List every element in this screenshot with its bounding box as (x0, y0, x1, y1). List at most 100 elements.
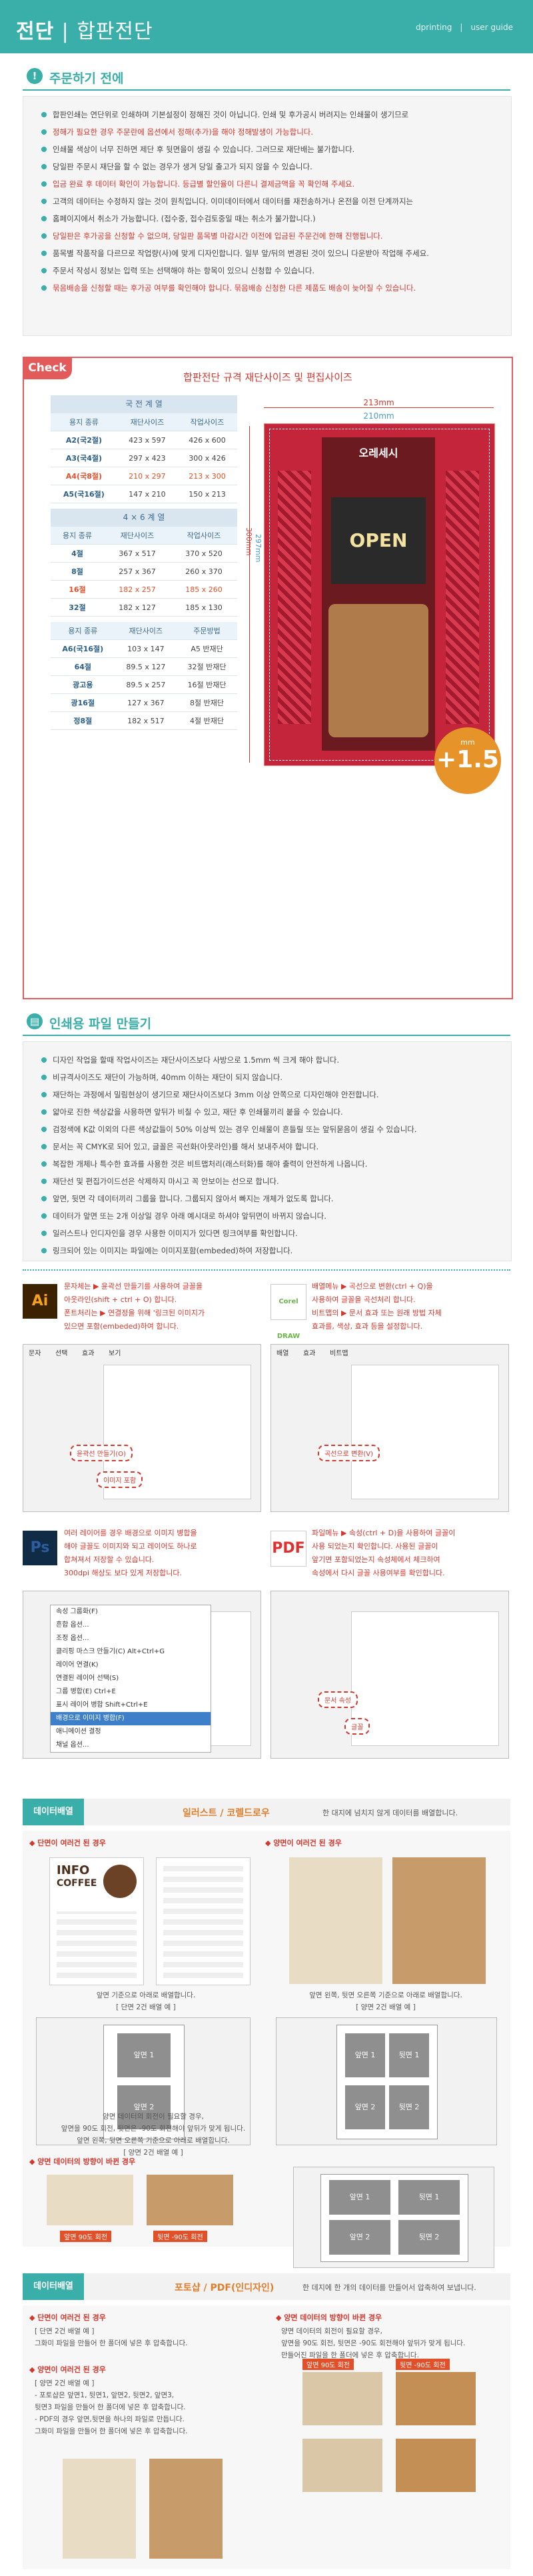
illustrator-artboard-double: 앞면 1 뒷면 1 앞면 2 뒷면 2 (276, 2017, 497, 2145)
guide-item: 주문서 작성시 정보는 입력 또는 선택해야 하는 항목이 있으니 신청합 수 … (41, 262, 496, 279)
section-before-order-title: 주문하기 전에 (49, 71, 124, 86)
size-table-cell: 182 x 127 (103, 598, 171, 617)
size-table-cell: 257 x 367 (103, 562, 171, 581)
app-guide-card: Ai 문자체는 ▶ 윤곽선 만들기를 사용하여 글꼴을 아웃라인(shift + c… (23, 1280, 263, 1513)
size-table-row: A6(국16절) 103 x 147 A5 반재단 (51, 639, 237, 658)
app-menu-item[interactable]: 비트맵 (330, 1347, 348, 1357)
size-table-cell: 182 x 257 (103, 580, 171, 599)
app-guide-note: 해야 글꼴도 이미지와 되고 레이어도 하나로 (64, 1542, 197, 1551)
title-separator: | (61, 20, 69, 43)
bread-image (328, 604, 428, 737)
rotated-slot: 뒷면 1 (398, 2180, 460, 2215)
size-table-cell: 89.5 x 127 (115, 657, 177, 676)
left-caption-line2: [ 단면 2건 배열 예 ] (116, 2003, 176, 2011)
layout1-banner: 데이터배열 일러스트 / 코렐드로우 한 대지에 넘치지 않게 데이터를 배열합… (23, 1799, 510, 1825)
layer-menu-item[interactable]: 속성 그룹화(F) (51, 1605, 211, 1619)
guide-item: 검정색에 K값 이외의 다른 색상값들이 50% 이상씩 있는 경우 인쇄물이 … (41, 1121, 496, 1138)
layer-menu-item[interactable]: 배경으로 이미지 병합(F) (51, 1712, 211, 1725)
nav-user-guide[interactable]: user guide (470, 23, 513, 32)
guide-item: 입금 완료 후 데이터 확인이 가능합니다. 등급별 할인율이 다른니 결제금액… (41, 175, 496, 193)
size-table-cell: 8절 (51, 562, 104, 581)
ps-single-line1: [ 단면 2건 배열 예 ] (35, 2327, 95, 2335)
layer-menu-item[interactable]: 채널 옵션... (51, 1739, 211, 1752)
rotated-photo-back (147, 2175, 233, 2225)
layout1-title: 일러스트 / 코렐드로우 (183, 1808, 270, 1819)
sample-text-block-2 (163, 1865, 243, 1978)
sample-photo-back (392, 1857, 486, 1984)
inner-width-label: 210mm (363, 411, 394, 421)
guide-item: 문서는 꼭 CMYK로 되어 있고, 글꼴은 곡선화(아웃라인)를 해서 보내주… (41, 1138, 496, 1155)
right-caption: 앞면 왼쪽, 뒷면 오른쪽 기준으로 아래로 배열합니다. [ 양면 2건 배열 … (276, 1989, 496, 2013)
size-table: 용지 종류 재단사이즈 주문방법 A6(국16절) 103 x 147 A5 반재단 64절… (51, 622, 237, 730)
ps-tag-back-rotate: 뒷면 -90도 회전 (396, 2359, 450, 2370)
ps-rotated-lines: 양면 데이터의 회전이 필요할 경우, 앞면을 90도 회전, 뒷면은 -90도… (281, 2325, 465, 2361)
sample-text-block (57, 1911, 137, 1978)
size-table-cell: 423 x 597 (117, 431, 177, 449)
layout2-tag: 데이터배열 (23, 2273, 84, 2300)
app-menu-item[interactable]: 선택 (55, 1347, 67, 1357)
app-callout: 이미지 포함 (97, 1471, 143, 1488)
app-menu-item[interactable]: 효과 (303, 1347, 315, 1357)
size-table-row: 32절 182 x 127 185 x 130 (51, 598, 237, 617)
rotated-photo-front (47, 2175, 133, 2225)
layer-menu-item[interactable]: 연결된 레이어 선택(S) (51, 1672, 211, 1685)
app-menu-item[interactable]: 배열 (276, 1347, 288, 1357)
inner-height-label: 297mm (254, 534, 263, 563)
rotated-desc-line: 앞면 왼쪽, 뒷면 오른쪽 기준으로 아래로 배열합니다. (77, 2137, 230, 2145)
size-spec-panel: Check 합판전단 규격 재단사이즈 및 편집사이즈 국 전 계 열 용지 종류… (23, 357, 513, 999)
app-callout: 곡선으로 변환(V) (318, 1445, 380, 1461)
layer-menu-item[interactable]: 흔합 옵션... (51, 1619, 211, 1632)
size-table-header-row: 용지 종류 재단사이즈 작업사이즈 (51, 413, 237, 431)
ps-double-line: [ 양면 2건 배열 예 ] (35, 2379, 95, 2387)
ps-rotated-line1: 양면 데이터의 회전이 필요할 경우, (281, 2327, 382, 2335)
outer-height-line (249, 426, 250, 763)
sample-coffee: COFFEE (57, 1878, 97, 1889)
layer-menu-item[interactable]: 클리핑 마스크 만들기(C) Alt+Ctrl+G (51, 1645, 211, 1659)
size-table-cell: A6(국16절) (51, 639, 115, 658)
page-title: 전단 | 합판전단 (16, 15, 153, 44)
guide-item: 묶음배송을 신청할 때는 후가공 여부를 확인해야 합니다. 묶음배송 신청한 … (41, 279, 496, 297)
size-table-header: 작업사이즈 (177, 413, 237, 431)
size-table-cell: 185 x 260 (170, 580, 237, 599)
size-table-cell: 16절 반재단 (177, 675, 237, 694)
guide-item: 얇아로 진한 색상값을 사용하면 앞뒤가 비칠 수 있고, 재단 후 인쇄물끼리… (41, 1103, 496, 1121)
ps-single-lines: [ 단면 2건 배열 예 ] 그화미 파일을 만들어 한 폴더에 넣은 후 압축… (35, 2325, 188, 2349)
size-table-caption: 4 × 6 계 열 (51, 509, 237, 527)
ps-double-lines: [ 양면 2건 배열 예 ] - 포토샵은 앞면1, 뒷면1, 앞면2, 뒷면2,… (35, 2377, 188, 2437)
size-table-cell: 185 x 130 (170, 598, 237, 617)
nav-dprinting[interactable]: dprinting (416, 23, 452, 32)
layer-menu-item[interactable]: 표시 레이어 병합 Shift+Ctrl+E (51, 1699, 211, 1712)
app-canvas (351, 1365, 499, 1499)
size-table: 4 × 6 계 열 용지 종류 재단사이즈 작업사이즈 4절 367 x 517 370 x… (51, 509, 237, 617)
layer-menu-item[interactable]: 레이어 연결(K) (51, 1659, 211, 1672)
app-menu-item[interactable]: 문자 (29, 1347, 41, 1357)
size-table-cell: 정8절 (51, 711, 115, 730)
bleed-value: +1.5 (436, 746, 499, 773)
section-file-title: 인쇄용 파일 만들기 (49, 1017, 152, 1031)
guide-item: 일러스트나 인디자인을 경우 사용한 이미지가 있다면 링크여부를 확인합니다. (41, 1225, 496, 1242)
size-table-cell: A5 반재단 (177, 639, 237, 658)
left-caption-line1: 앞면 기준으로 아래로 배열합니다. (96, 1991, 196, 1999)
app-menu-item[interactable]: 보기 (109, 1347, 121, 1357)
size-table-cell: 147 x 210 (117, 485, 177, 503)
right-caption-line2: [ 양면 2건 배열 예 ] (356, 2003, 416, 2011)
app-menu-item[interactable]: 효과 (82, 1347, 94, 1357)
size-table-cell: 150 x 213 (177, 485, 237, 503)
app-logo-icon: PDF (270, 1531, 306, 1567)
layer-menu-item[interactable]: 그룹 병합(E) Ctrl+E (51, 1685, 211, 1699)
ps-back-photo (149, 2459, 223, 2559)
size-table-cell: 4절 (51, 544, 104, 563)
rotated-desc-line: [ 양면 2건 배열 예 ] (123, 2149, 183, 2157)
app-guide-note: 사용 되었는지 확인합니다. 사용된 글꼴이 (312, 1542, 438, 1551)
app-guide-notes: 여러 레이어를 경우 배경으로 이미지 병합을 해야 글꼴도 이미지와 되고 레이… (64, 1527, 261, 1580)
size-table-row: 8절 257 x 367 260 x 370 (51, 562, 237, 581)
size-table-cell: 367 x 517 (103, 544, 171, 563)
guide-item: 비규격사이즈도 재단이 가능하며, 40mm 이하는 재단이 되지 않습니다. (41, 1069, 496, 1086)
ps-rotated-back-photo-2 (396, 2439, 476, 2492)
ps-single-label: ◆ 단면이 여러건 된 경우 (29, 2313, 106, 2322)
size-table-cell: 32절 (51, 598, 104, 617)
layer-menu-item[interactable]: 조정 옵션... (51, 1632, 211, 1645)
size-table-cell: 64절 (51, 657, 115, 676)
layer-menu-item[interactable]: 애니메이션 결정 (51, 1725, 211, 1739)
coffee-cup-image (103, 1865, 137, 1898)
